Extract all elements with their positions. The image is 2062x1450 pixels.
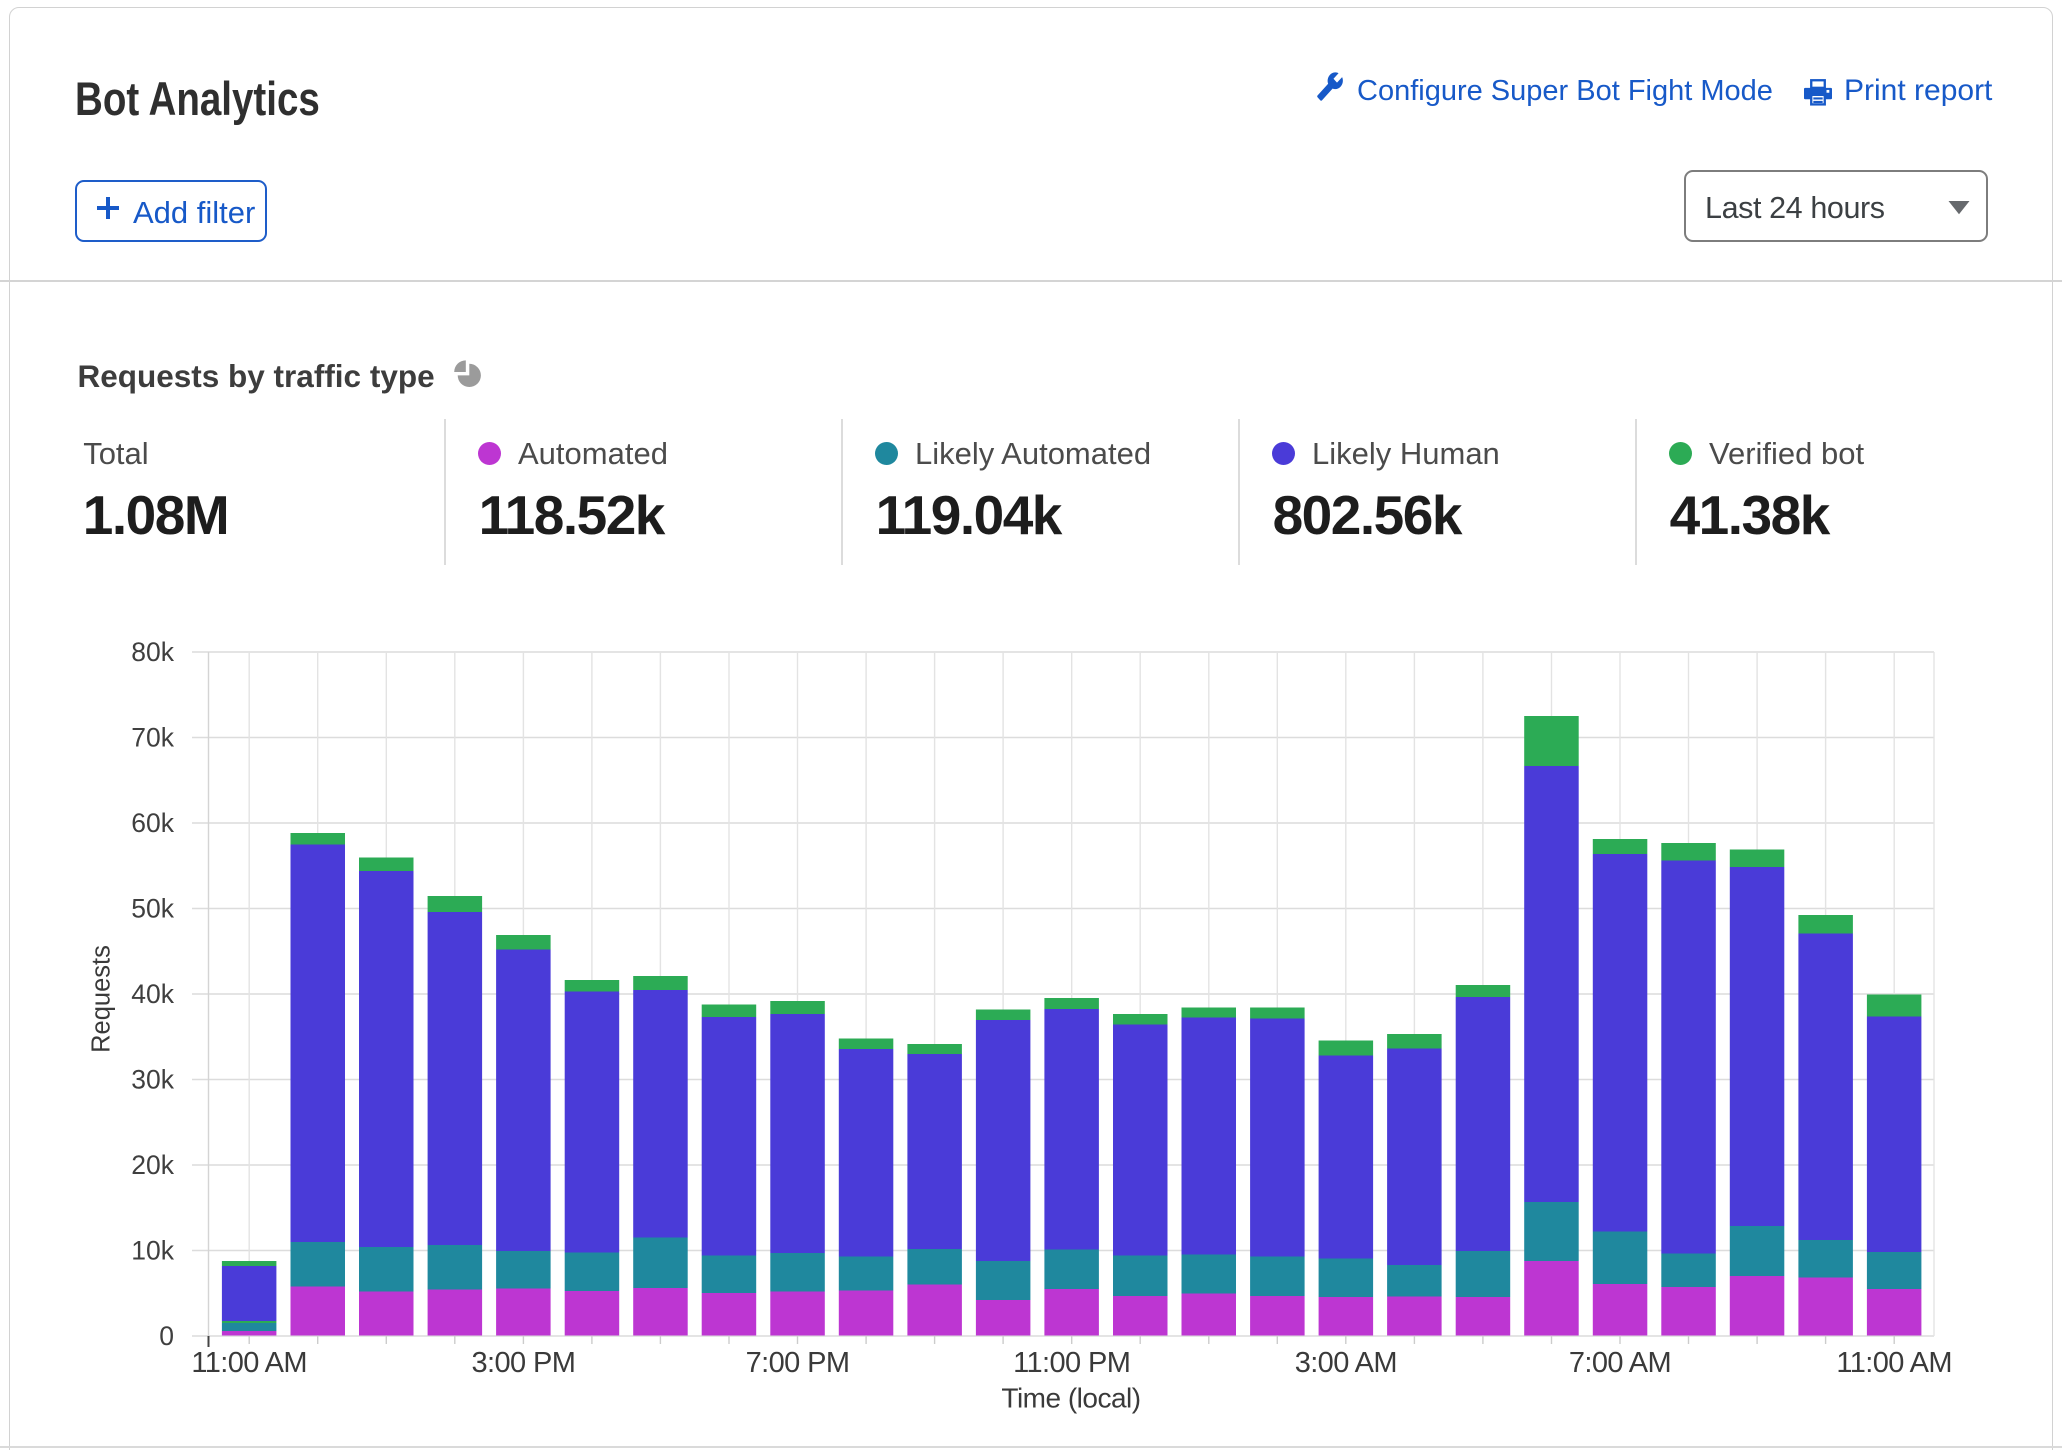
svg-text:3:00 AM: 3:00 AM	[1295, 1347, 1397, 1379]
svg-text:0: 0	[159, 1321, 174, 1351]
svg-text:11:00 PM: 11:00 PM	[1013, 1347, 1130, 1379]
svg-text:11:00 AM: 11:00 AM	[191, 1347, 307, 1379]
svg-text:40k: 40k	[131, 979, 174, 1009]
svg-text:30k: 30k	[131, 1065, 174, 1095]
svg-text:10k: 10k	[131, 1236, 174, 1266]
svg-text:70k: 70k	[131, 723, 174, 753]
svg-text:3:00 PM: 3:00 PM	[471, 1347, 575, 1379]
svg-text:7:00 PM: 7:00 PM	[746, 1347, 850, 1379]
svg-text:11:00 AM: 11:00 AM	[1836, 1347, 1952, 1379]
svg-text:7:00 AM: 7:00 AM	[1569, 1347, 1671, 1379]
svg-text:50k: 50k	[131, 894, 174, 924]
svg-text:20k: 20k	[131, 1150, 174, 1180]
svg-text:80k: 80k	[131, 637, 174, 667]
svg-text:60k: 60k	[131, 808, 174, 838]
svg-text:Requests: Requests	[88, 945, 116, 1053]
svg-text:Time (local): Time (local)	[1001, 1383, 1140, 1414]
